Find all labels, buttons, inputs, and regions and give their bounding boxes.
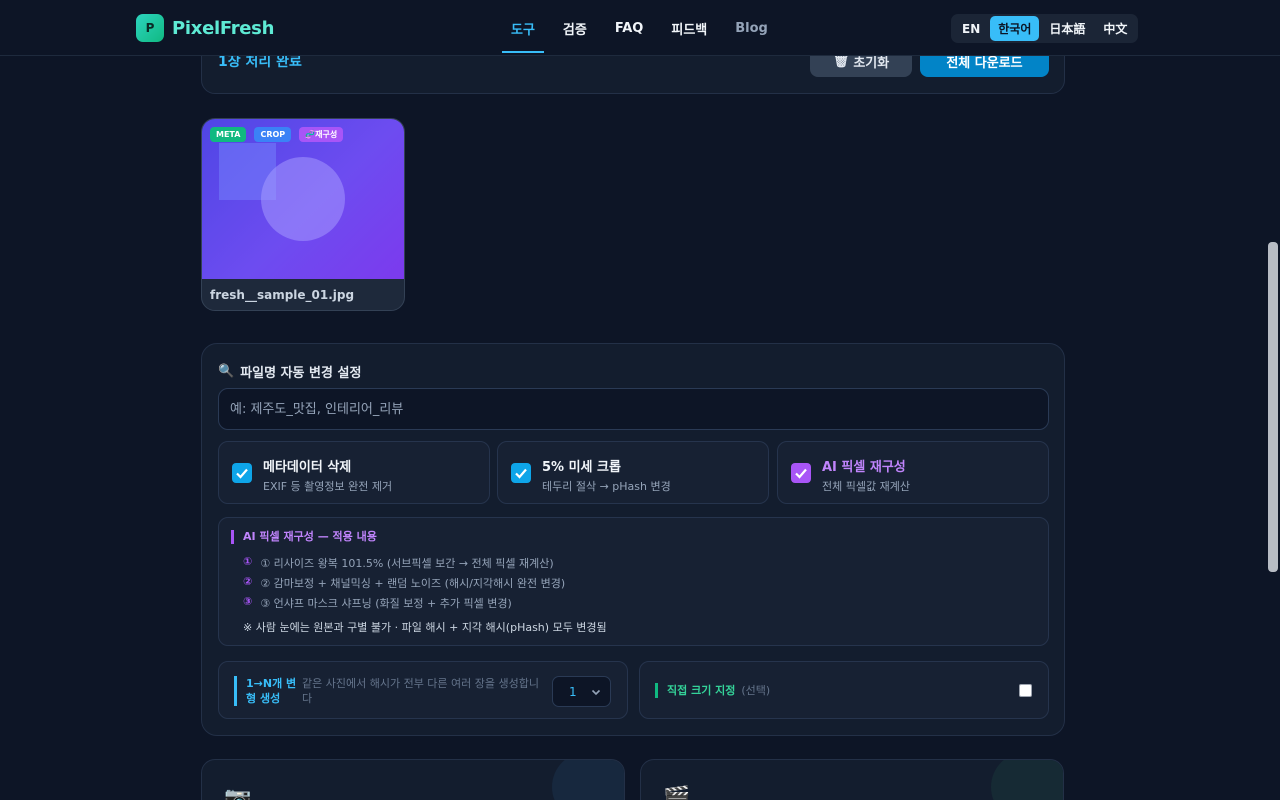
option-remove-metadata[interactable]: 메타데이터 삭제 EXIF 등 촬영정보 완전 제거 [218, 441, 490, 504]
option-sub: EXIF 등 촬영정보 완전 제거 [263, 480, 393, 493]
lang-ko[interactable]: 한국어 [990, 16, 1040, 41]
lang-zh[interactable]: 中文 [1095, 16, 1135, 41]
custom-size-card: 직접 크기 지정 (선택) [639, 661, 1049, 719]
checkbox-ai[interactable] [791, 463, 811, 483]
settings-title: 🔍 파일명 자동 변경 설정 [218, 364, 362, 381]
nav-blog[interactable]: Blog [724, 0, 779, 56]
variants-desc: 같은 사진에서 해시가 전부 다른 여러 장을 생성합니다 [302, 677, 539, 705]
logo[interactable]: P PixelFresh [136, 14, 274, 42]
option-title: 5% 미세 크롭 [542, 460, 621, 475]
option-sub: 테두리 절삭 → pHash 변경 [542, 480, 671, 493]
thumbnail-image [202, 119, 404, 279]
search-icon: 🔍 [218, 364, 235, 379]
info-row: ③③ 언샤프 마스크 샤프닝 (화질 보정 + 추가 픽셀 변경) [243, 595, 512, 610]
lang-en[interactable]: EN [954, 18, 988, 40]
option-title: 메타데이터 삭제 [263, 460, 352, 475]
custom-size-checkbox[interactable] [1019, 684, 1032, 697]
main-nav: 도구 검증 FAQ 피드백 Blog [500, 0, 785, 56]
option-ai-rebuild[interactable]: AI 픽셀 재구성 전체 픽셀값 재계산 [777, 441, 1049, 504]
custom-size-label: 직접 크기 지정 (선택) [655, 683, 770, 698]
thumbnail-filename: fresh__sample_01.jpg [210, 288, 355, 302]
option-title: AI 픽셀 재구성 [822, 460, 906, 475]
badge-meta: META [210, 127, 247, 142]
feature-card-camera: 📷 [201, 759, 625, 800]
variants-count-select[interactable]: 1 [552, 676, 611, 707]
info-row: ①① 리사이즈 왕복 101.5% (서브픽셀 보간 → 전체 픽셀 재계산) [243, 555, 554, 570]
dna-icon: 🧬 [305, 130, 316, 139]
logo-text: PixelFresh [172, 17, 275, 39]
filename-input[interactable] [218, 388, 1049, 430]
ai-rebuild-info: AI 픽셀 재구성 — 적용 내용 ①① 리사이즈 왕복 101.5% (서브픽… [218, 517, 1049, 646]
badge-group: META CROP 🧬 재구성 [210, 127, 344, 142]
clapper-icon: 🎬 [663, 786, 691, 800]
scrollbar-thumb[interactable] [1268, 242, 1278, 572]
result-thumbnail[interactable]: META CROP 🧬 재구성 fresh__sample_01.jpg [201, 118, 405, 311]
lang-ja[interactable]: 日本語 [1041, 16, 1093, 41]
info-title: AI 픽셀 재구성 — 적용 내용 [231, 530, 377, 544]
nav-faq[interactable]: FAQ [604, 0, 655, 56]
badge-rebuild: 🧬 재구성 [299, 127, 344, 142]
settings-panel: 🔍 파일명 자동 변경 설정 메타데이터 삭제 EXIF 등 촬영정보 완전 제… [201, 343, 1065, 736]
chevron-down-icon [591, 689, 601, 695]
badge-crop: CROP [254, 127, 292, 142]
info-row: ②② 감마보정 + 채널믹싱 + 랜덤 노이즈 (해시/지각해시 완전 변경) [243, 575, 566, 590]
nav-tools[interactable]: 도구 [500, 0, 546, 56]
top-nav-bar: P PixelFresh 도구 검증 FAQ 피드백 Blog EN 한국어 日… [0, 0, 1280, 56]
nav-feedback[interactable]: 피드백 [660, 0, 718, 56]
option-sub: 전체 픽셀값 재계산 [822, 480, 910, 493]
checkbox-metadata[interactable] [232, 463, 252, 483]
feature-card-video: 🎬 [640, 759, 1064, 800]
info-note: ※ 사람 눈에는 원본과 구별 불가 · 파일 해시 + 지각 해시(pHash… [243, 621, 607, 634]
nav-verify[interactable]: 검증 [552, 0, 598, 56]
logo-icon: P [136, 14, 164, 42]
option-micro-crop[interactable]: 5% 미세 크롭 테두리 절삭 → pHash 변경 [497, 441, 769, 504]
variants-card: 1→N개 변형 생성 같은 사진에서 해시가 전부 다른 여러 장을 생성합니다… [218, 661, 628, 719]
camera-icon: 📷 [224, 786, 252, 800]
checkbox-crop[interactable] [511, 463, 531, 483]
language-switcher: EN 한국어 日本語 中文 [951, 14, 1139, 43]
variants-label: 1→N개 변형 생성 [234, 676, 304, 706]
